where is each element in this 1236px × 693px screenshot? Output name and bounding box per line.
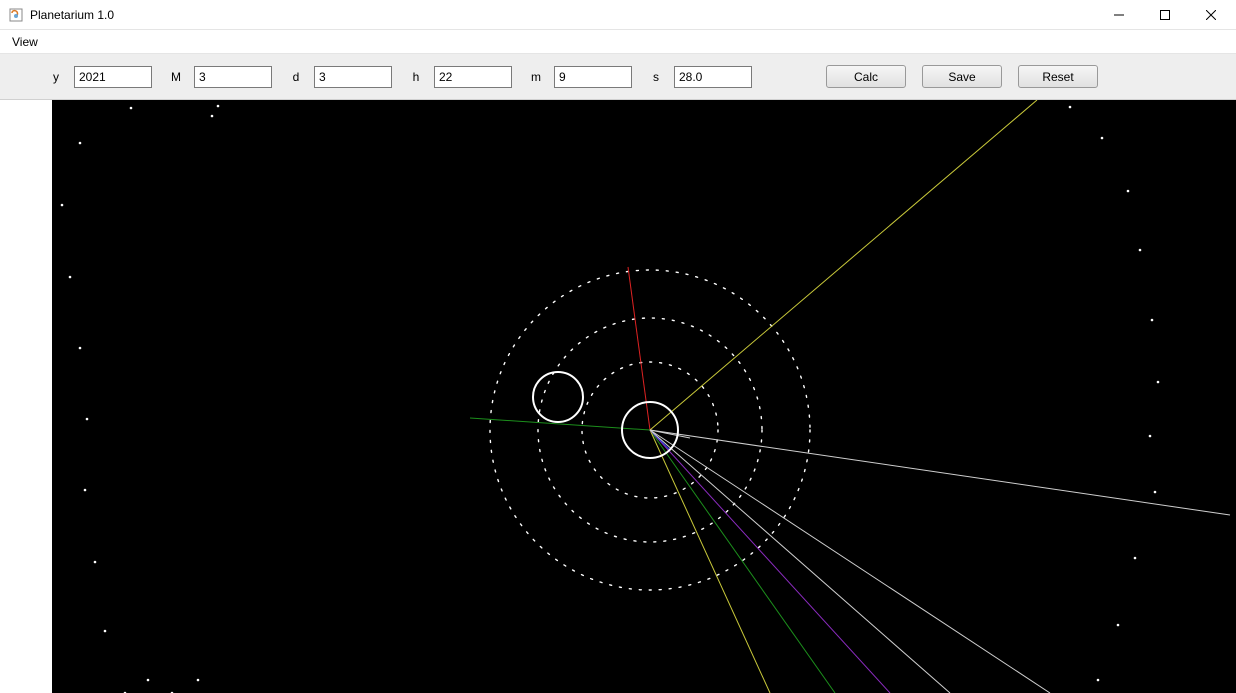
window-controls bbox=[1096, 0, 1234, 29]
calc-button[interactable]: Calc bbox=[826, 65, 906, 88]
orbit-svg bbox=[52, 100, 1236, 693]
input-year[interactable] bbox=[74, 66, 152, 88]
menubar: View bbox=[0, 30, 1236, 54]
input-second[interactable] bbox=[674, 66, 752, 88]
input-hour[interactable] bbox=[434, 66, 512, 88]
app-icon bbox=[8, 7, 24, 23]
toolbar: y M d h m s Calc Save Reset bbox=[0, 54, 1236, 100]
minimize-button[interactable] bbox=[1096, 0, 1142, 29]
menu-view[interactable]: View bbox=[4, 33, 46, 51]
label-month: M bbox=[170, 70, 182, 84]
save-button[interactable]: Save bbox=[922, 65, 1002, 88]
input-day[interactable] bbox=[314, 66, 392, 88]
input-minute[interactable] bbox=[554, 66, 632, 88]
window-titlebar: Planetarium 1.0 bbox=[0, 0, 1236, 30]
label-second: s bbox=[650, 70, 662, 84]
reset-button[interactable]: Reset bbox=[1018, 65, 1098, 88]
window-title: Planetarium 1.0 bbox=[30, 8, 1096, 22]
label-hour: h bbox=[410, 70, 422, 84]
label-minute: m bbox=[530, 70, 542, 84]
close-button[interactable] bbox=[1188, 0, 1234, 29]
label-year: y bbox=[50, 70, 62, 84]
planetarium-canvas[interactable] bbox=[52, 100, 1236, 693]
input-month[interactable] bbox=[194, 66, 272, 88]
label-day: d bbox=[290, 70, 302, 84]
maximize-button[interactable] bbox=[1142, 0, 1188, 29]
